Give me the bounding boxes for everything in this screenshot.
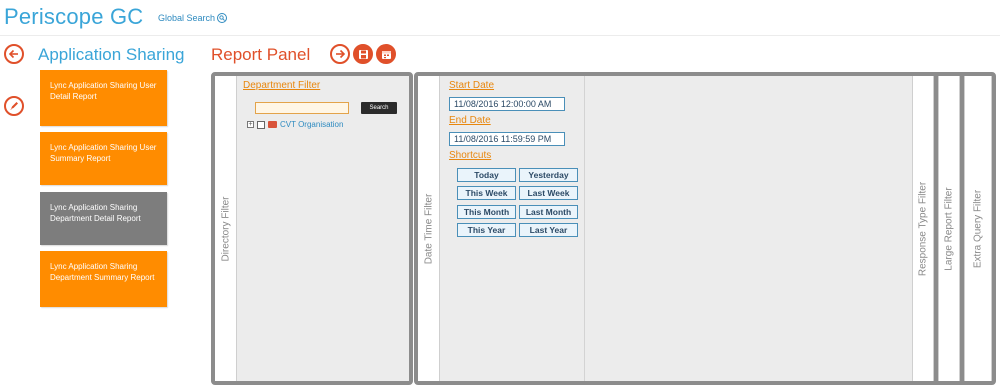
search-icon bbox=[217, 13, 228, 23]
shortcut-last-week-button[interactable]: Last Week bbox=[519, 186, 578, 200]
report-button-user-summary[interactable]: Lync Application Sharing User Summary Re… bbox=[40, 132, 167, 185]
tree-item-root: + CVT Organisation bbox=[247, 120, 343, 129]
date-time-filter-tab-label: Date Time Filter bbox=[423, 193, 434, 264]
run-report-button[interactable] bbox=[330, 44, 350, 64]
report-button-label: Lync Application Sharing Department Summ… bbox=[50, 262, 155, 282]
date-time-filter-panel: Date Time Filter Start Date 11/08/2016 1… bbox=[414, 72, 996, 385]
report-button-label: Lync Application Sharing User Detail Rep… bbox=[50, 81, 157, 101]
edit-button[interactable] bbox=[4, 96, 24, 116]
arrow-right-icon bbox=[336, 49, 346, 59]
report-button-label: Lync Application Sharing User Summary Re… bbox=[50, 143, 157, 163]
department-filter-link[interactable]: Department Filter bbox=[243, 80, 320, 91]
directory-filter-tab[interactable]: Directory Filter bbox=[215, 76, 237, 381]
report-panel-title: Report Panel bbox=[211, 45, 311, 64]
directory-filter-tab-label: Directory Filter bbox=[220, 195, 231, 262]
tree-item-label[interactable]: CVT Organisation bbox=[280, 120, 343, 129]
report-button-label: Lync Application Sharing Department Deta… bbox=[50, 203, 141, 223]
shortcut-last-year-button[interactable]: Last Year bbox=[519, 223, 578, 237]
end-date-field[interactable]: 11/08/2016 11:59:59 PM bbox=[449, 132, 565, 146]
response-type-filter-tab[interactable]: Response Type Filter bbox=[912, 76, 934, 381]
back-button[interactable] bbox=[4, 44, 24, 64]
report-button-department-detail[interactable]: Lync Application Sharing Department Deta… bbox=[40, 192, 167, 245]
start-date-field[interactable]: 11/08/2016 12:00:00 AM bbox=[449, 97, 565, 111]
app-title: Periscope GC bbox=[4, 4, 144, 29]
pencil-icon bbox=[10, 102, 18, 110]
global-search-label: Global Search bbox=[158, 13, 216, 23]
shortcut-yesterday-button[interactable]: Yesterday bbox=[519, 168, 578, 182]
large-report-filter-tab-label: Large Report Filter bbox=[943, 186, 955, 271]
shortcut-last-month-button[interactable]: Last Month bbox=[519, 205, 578, 219]
department-search-input[interactable] bbox=[255, 102, 349, 114]
calendar-icon bbox=[381, 50, 391, 59]
section-title: Application Sharing bbox=[38, 45, 185, 64]
global-search-link[interactable]: Global Search bbox=[158, 13, 228, 23]
report-button-department-summary[interactable]: Lync Application Sharing Department Summ… bbox=[40, 251, 167, 307]
shortcut-this-year-button[interactable]: This Year bbox=[457, 223, 516, 237]
expand-icon[interactable]: + bbox=[247, 121, 254, 128]
filter-workspace bbox=[586, 76, 912, 381]
top-bar: Periscope GC Global Search bbox=[0, 0, 1000, 36]
directory-filter-content: Department Filter Search + CVT Organisat… bbox=[237, 76, 409, 381]
date-time-filter-content: Start Date 11/08/2016 12:00:00 AM End Da… bbox=[441, 76, 585, 381]
department-search-button[interactable]: Search bbox=[361, 102, 397, 114]
save-report-button[interactable] bbox=[353, 44, 373, 64]
directory-filter-panel: Directory Filter Department Filter Searc… bbox=[211, 72, 413, 385]
response-type-filter-tab-label: Response Type Filter bbox=[917, 181, 929, 276]
end-date-link[interactable]: End Date bbox=[449, 115, 491, 126]
schedule-report-button[interactable] bbox=[376, 44, 396, 64]
arrow-left-icon bbox=[8, 49, 18, 59]
shortcuts-link[interactable]: Shortcuts bbox=[449, 150, 491, 161]
date-time-filter-tab[interactable]: Date Time Filter bbox=[418, 76, 440, 381]
folder-icon bbox=[268, 121, 277, 128]
extra-query-filter-tab-label: Extra Query Filter bbox=[972, 189, 984, 268]
save-icon bbox=[358, 49, 368, 59]
shortcut-this-month-button[interactable]: This Month bbox=[457, 205, 516, 219]
extra-query-filter-tab[interactable]: Extra Query Filter bbox=[964, 76, 992, 381]
shortcut-this-week-button[interactable]: This Week bbox=[457, 186, 516, 200]
report-button-user-detail[interactable]: Lync Application Sharing User Detail Rep… bbox=[40, 70, 167, 126]
tree-checkbox[interactable] bbox=[257, 120, 265, 129]
large-report-filter-tab[interactable]: Large Report Filter bbox=[938, 76, 960, 381]
start-date-link[interactable]: Start Date bbox=[449, 80, 494, 91]
shortcut-today-button[interactable]: Today bbox=[457, 168, 516, 182]
